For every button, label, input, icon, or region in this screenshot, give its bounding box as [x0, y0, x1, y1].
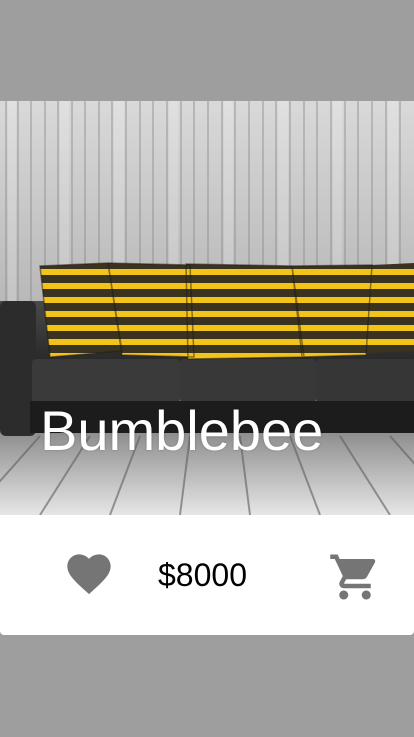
shopping-cart-icon: [330, 554, 376, 600]
add-to-cart-button[interactable]: [328, 550, 382, 604]
product-actions-bar: $8000: [0, 515, 414, 635]
favorite-button[interactable]: [63, 550, 115, 602]
app-screen: Bumblebee $8000: [0, 0, 414, 737]
product-name: Bumblebee: [40, 399, 324, 462]
product-image: Bumblebee: [0, 101, 414, 515]
product-card[interactable]: Bumblebee $8000: [0, 101, 414, 635]
product-price: $8000: [158, 557, 247, 593]
heart-icon: [67, 554, 111, 595]
